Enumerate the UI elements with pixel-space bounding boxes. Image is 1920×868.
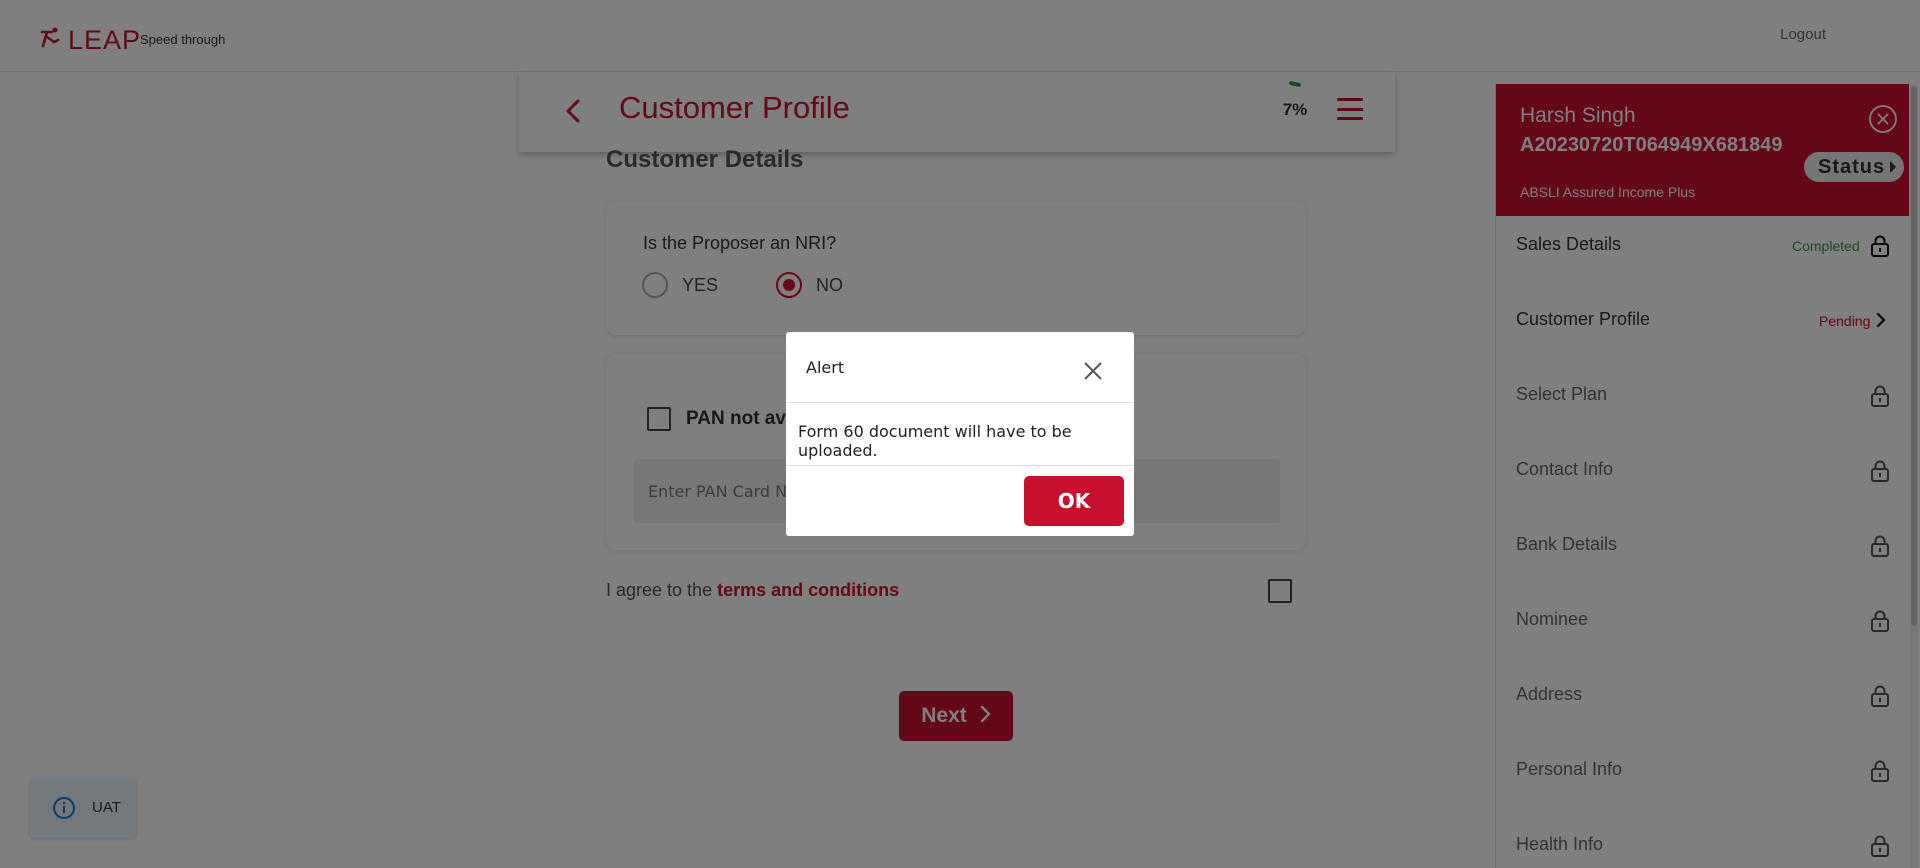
alert-dialog: Alert Form 60 document will have to be u… (786, 332, 1134, 536)
divider (786, 402, 1134, 403)
dialog-title: Alert (806, 358, 845, 377)
divider (786, 465, 1134, 466)
close-icon[interactable] (1082, 360, 1104, 382)
ok-button[interactable]: OK (1024, 476, 1124, 526)
dialog-message: Form 60 document will have to be uploade… (798, 422, 1072, 460)
